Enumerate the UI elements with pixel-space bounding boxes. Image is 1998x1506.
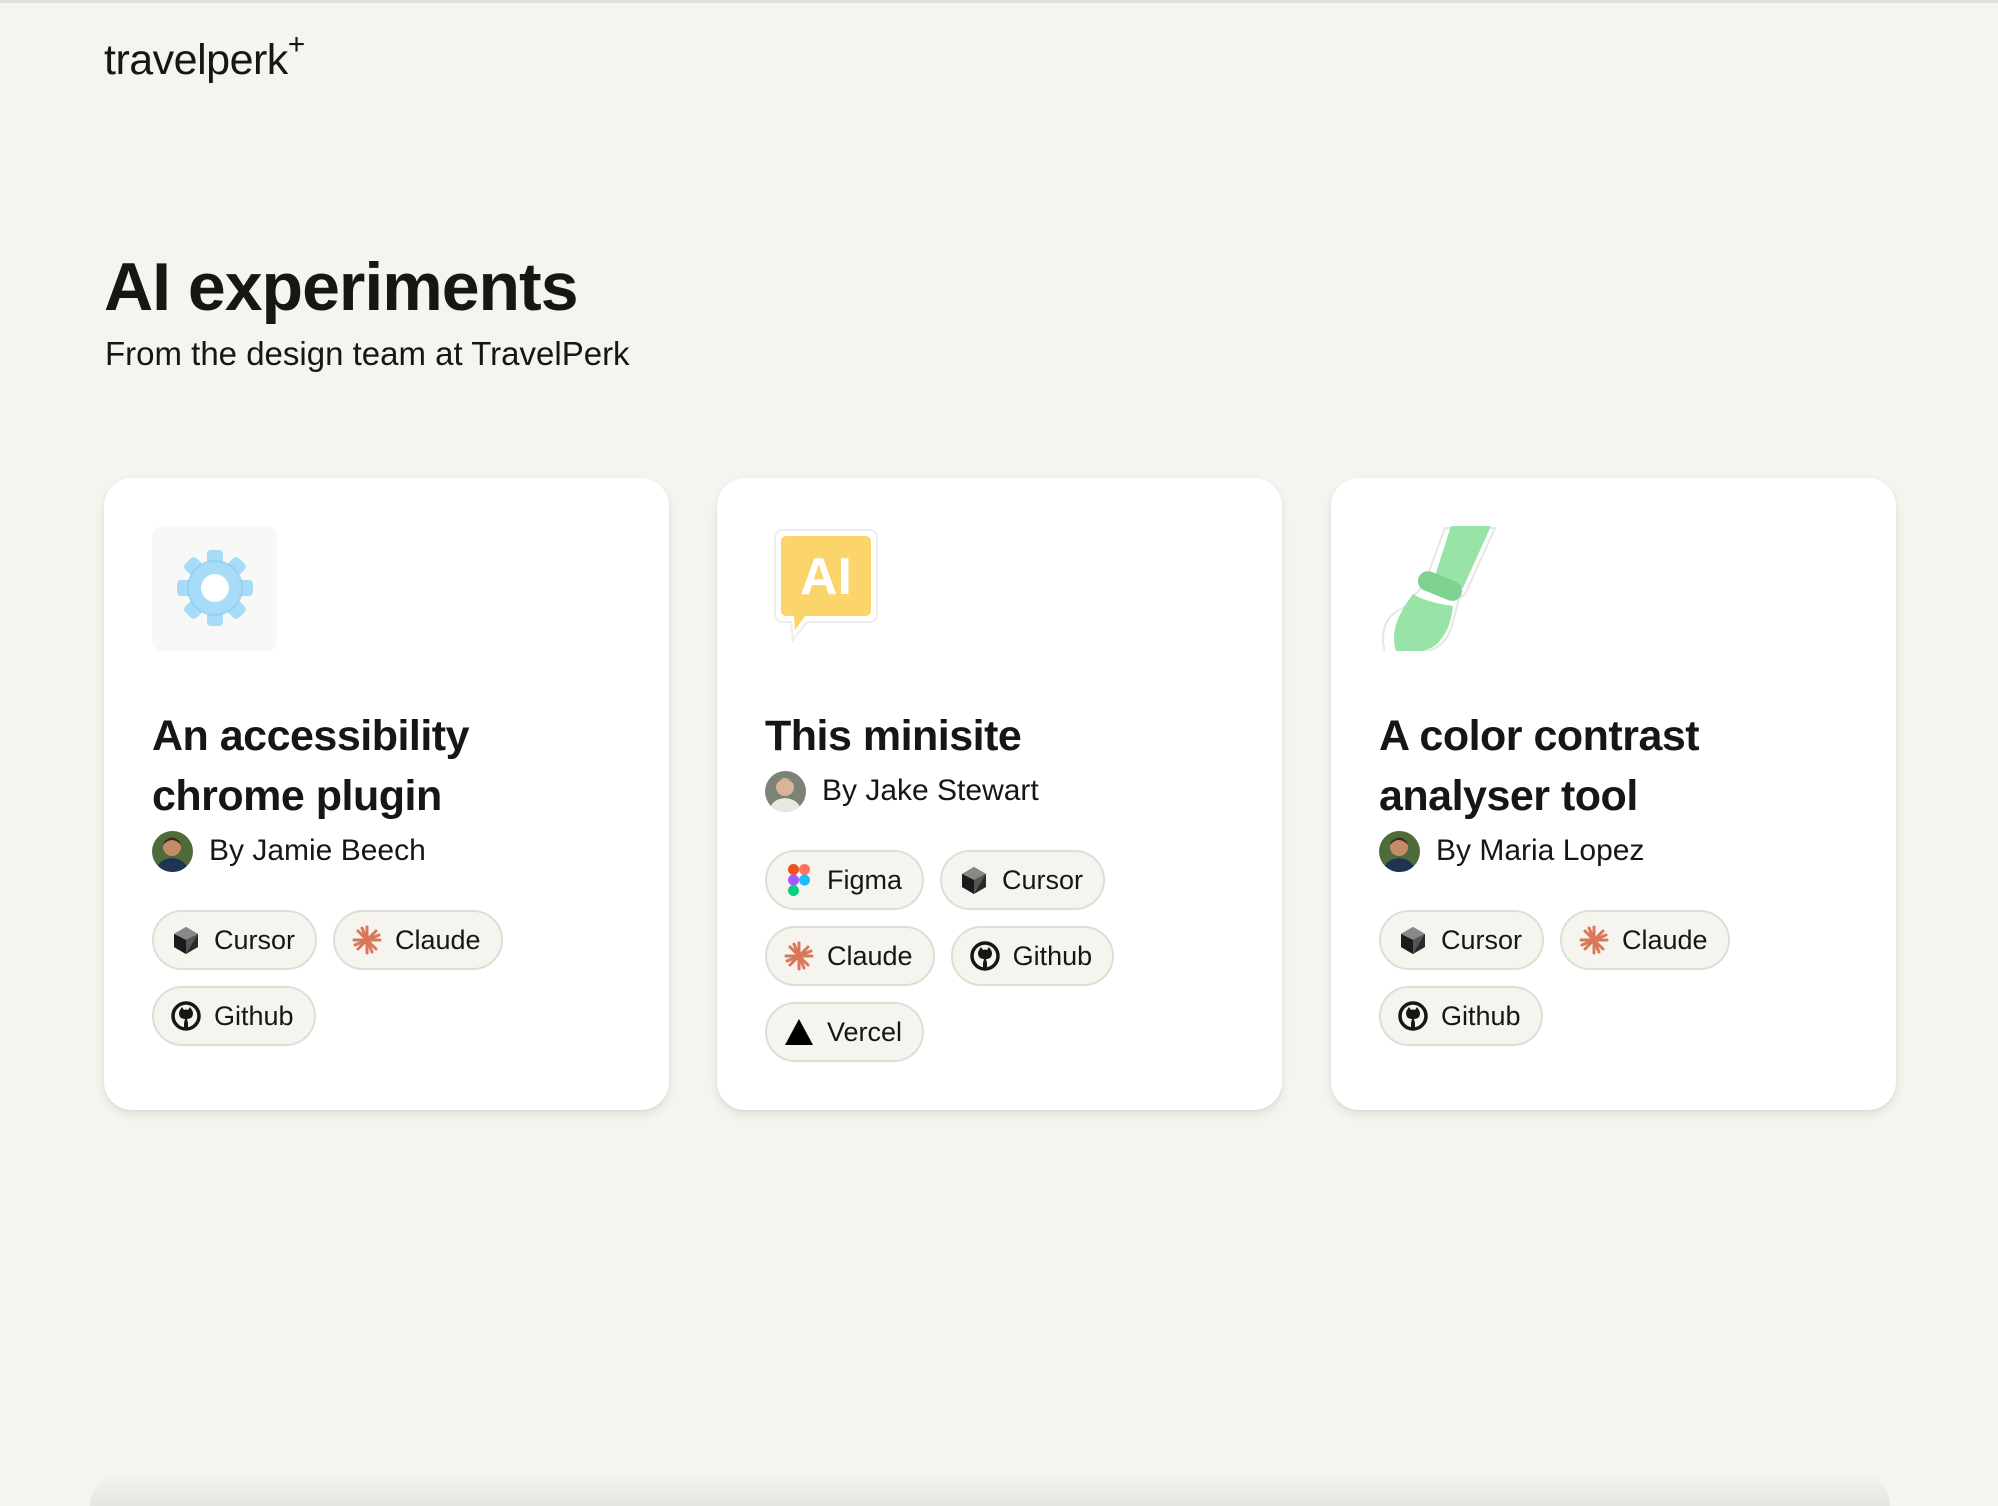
tag-label: Figma [827, 864, 903, 895]
card-title[interactable]: A color contrast analyser tool [1379, 706, 1849, 826]
ai-chat-icon: AI [765, 526, 890, 651]
tool-tags: Cursor Claude Github [152, 910, 632, 1046]
tag-label: Vercel [827, 1016, 903, 1047]
tag-label: Claude [395, 924, 481, 955]
logo-plus: + [287, 28, 306, 61]
tag-claude[interactable]: Claude [333, 910, 503, 970]
tag-label: Github [1441, 1000, 1521, 1031]
paintbrush-icon [1379, 526, 1504, 654]
tag-label: Cursor [1002, 864, 1084, 895]
tag-figma[interactable]: Figma [765, 850, 925, 910]
project-card-accessibility-plugin[interactable]: An accessibility chrome plugin By Jamie … [104, 478, 669, 1110]
tag-cursor[interactable]: Cursor [1379, 910, 1545, 970]
project-card-minisite[interactable]: AI This minisite By Jake Stewart Figma C… [717, 478, 1282, 1110]
tag-label: Github [1012, 940, 1093, 971]
card-author: By Maria Lopez [1379, 830, 1644, 872]
avatar [152, 830, 193, 872]
author-name: By Jake Stewart [822, 774, 1039, 807]
avatar [1379, 830, 1420, 872]
tag-label: Github [214, 1000, 294, 1031]
ai-badge-text: AI [800, 548, 852, 606]
bottom-panel-edge [90, 1470, 1890, 1506]
github-icon [969, 940, 1001, 972]
tool-tags: Cursor Claude Github [1379, 910, 1859, 1046]
claude-icon [1578, 924, 1610, 956]
tag-claude[interactable]: Claude [765, 926, 935, 986]
tool-tags: Figma Cursor Claude Github Vercel [765, 850, 1245, 1062]
tag-label: Claude [1622, 924, 1708, 955]
author-name: By Jamie Beech [209, 834, 426, 867]
top-border [0, 0, 1998, 3]
github-icon [1397, 1000, 1429, 1032]
vercel-icon [783, 1016, 815, 1048]
tag-github[interactable]: Github [152, 986, 316, 1046]
logo-text: travelperk [104, 36, 288, 84]
page-subtitle: From the design team at TravelPerk [105, 335, 630, 372]
project-card-contrast-analyser[interactable]: A color contrast analyser tool By Maria … [1331, 478, 1896, 1110]
claude-icon [783, 940, 815, 972]
author-name: By Maria Lopez [1436, 834, 1645, 867]
cursor-icon [170, 924, 202, 956]
gear-icon [152, 526, 277, 651]
card-title[interactable]: This minisite [765, 706, 1235, 766]
tag-label: Cursor [1441, 924, 1523, 955]
figma-icon [783, 864, 815, 896]
travelperk-logo[interactable]: travelperk + [104, 28, 305, 85]
card-title[interactable]: An accessibility chrome plugin [152, 706, 622, 826]
claude-icon [351, 924, 383, 956]
tag-cursor[interactable]: Cursor [940, 850, 1106, 910]
avatar [765, 770, 806, 812]
tag-label: Claude [827, 940, 913, 971]
card-author: By Jake Stewart [765, 770, 1039, 812]
cursor-icon [958, 864, 990, 896]
tag-label: Cursor [214, 924, 296, 955]
tag-github[interactable]: Github [1379, 986, 1543, 1046]
tag-claude[interactable]: Claude [1560, 910, 1730, 970]
card-author: By Jamie Beech [152, 830, 426, 872]
cursor-icon [1397, 924, 1429, 956]
page-title: AI experiments [104, 249, 579, 325]
tag-github[interactable]: Github [950, 926, 1115, 986]
tag-vercel[interactable]: Vercel [765, 1002, 925, 1062]
github-icon [170, 1000, 202, 1032]
tag-cursor[interactable]: Cursor [152, 910, 318, 970]
